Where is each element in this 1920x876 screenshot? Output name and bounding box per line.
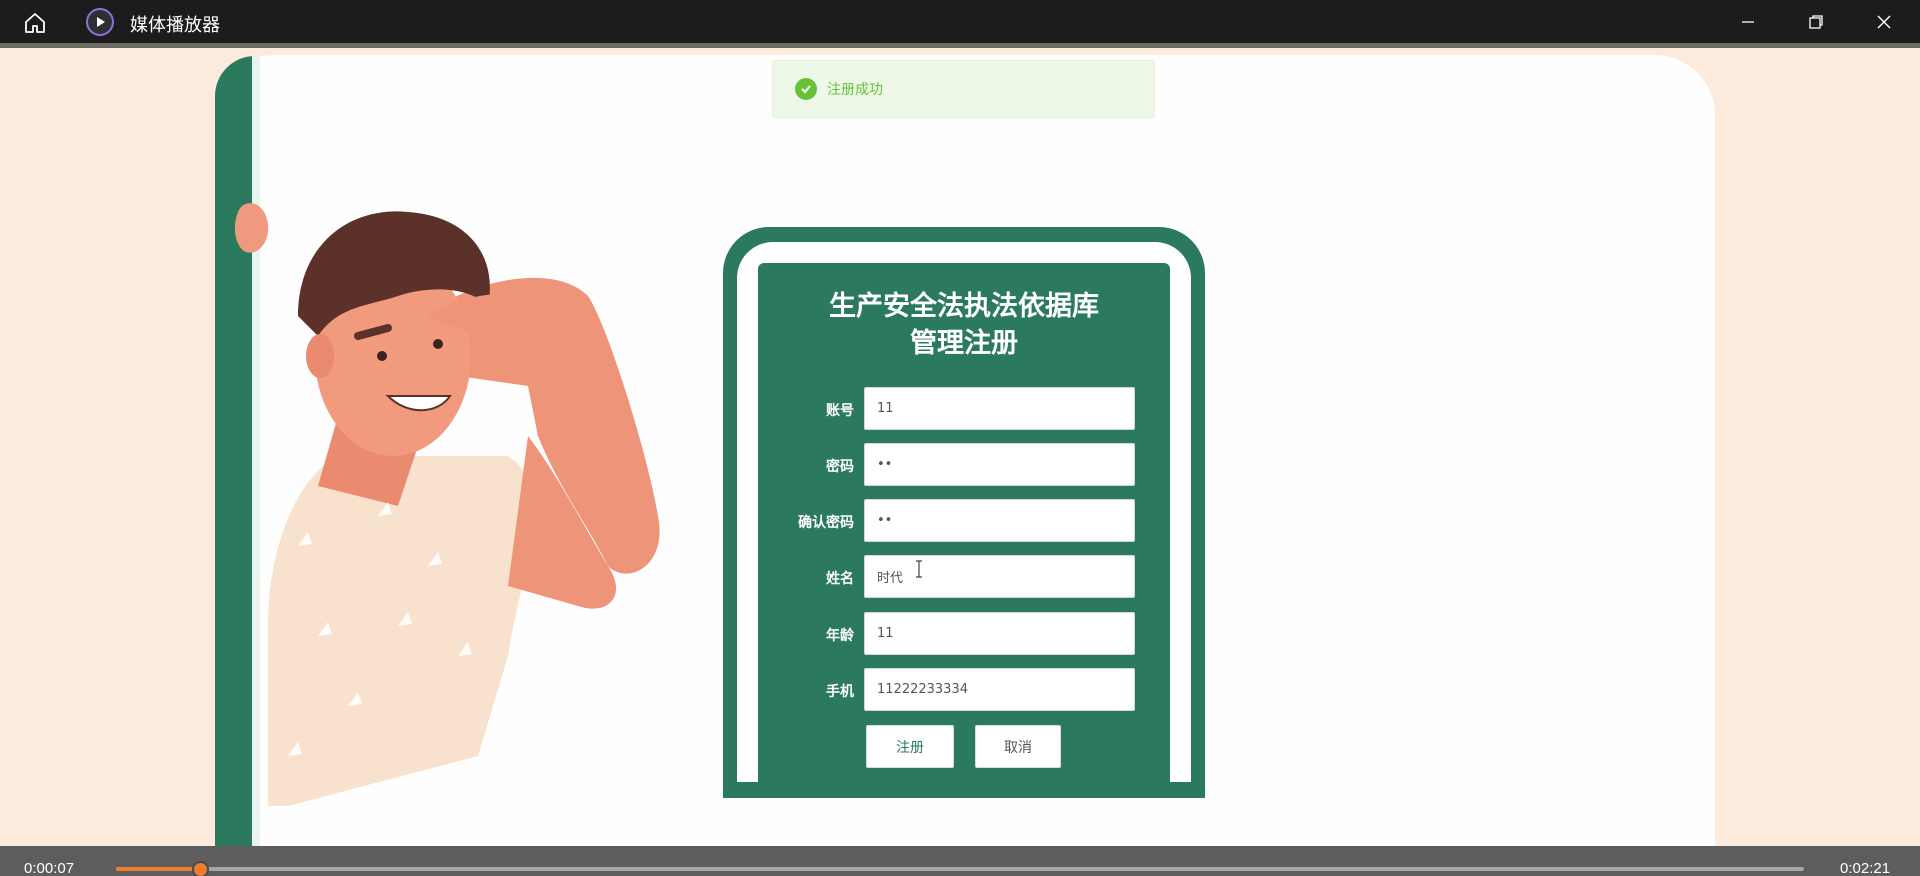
cancel-button[interactable]: 取消 <box>975 725 1061 768</box>
register-button[interactable]: 注册 <box>866 725 954 768</box>
title-bar: 媒体播放器 <box>0 0 1920 43</box>
current-time: 0:00:07 <box>24 860 75 876</box>
close-icon <box>1877 15 1891 28</box>
name-label: 姓名 <box>826 571 854 587</box>
total-time: 0:02:21 <box>1840 860 1891 876</box>
phone-label: 手机 <box>826 684 854 700</box>
restore-icon <box>1809 14 1823 29</box>
home-icon <box>25 13 45 33</box>
password-label: 密码 <box>826 459 854 475</box>
text-cursor-icon <box>916 560 922 578</box>
password-input[interactable]: •• <box>864 443 1135 486</box>
media-player-app-icon <box>86 8 114 36</box>
toast-message: 注册成功 <box>827 82 883 98</box>
playback-controls: 0:00:07 0:02:21 <box>0 846 1920 876</box>
confirm-password-input[interactable]: •• <box>864 499 1135 542</box>
seek-bar[interactable] <box>116 867 1804 871</box>
age-input[interactable]: 11 <box>864 612 1135 655</box>
home-button[interactable] <box>18 10 52 36</box>
form-title: 生产安全法执法依据库管理注册 <box>829 291 1099 359</box>
seek-thumb[interactable] <box>192 861 210 876</box>
account-label: 账号 <box>826 403 854 419</box>
seek-bar-progress <box>116 867 201 871</box>
confirm-password-label: 确认密码 <box>798 515 854 531</box>
account-input[interactable]: 11 <box>864 387 1135 430</box>
close-button[interactable] <box>1850 0 1918 43</box>
restore-button[interactable] <box>1782 0 1850 43</box>
minimize-icon <box>1742 20 1754 23</box>
minimize-button[interactable] <box>1714 0 1782 43</box>
success-toast: 注册成功 <box>772 60 1155 118</box>
person-illustration <box>234 203 660 806</box>
phone-input[interactable]: 11222233334 <box>864 668 1135 711</box>
age-label: 年龄 <box>826 628 854 644</box>
name-input[interactable]: 时代 <box>864 555 1135 598</box>
check-circle-icon <box>795 78 817 100</box>
window-title: 媒体播放器 <box>130 15 220 36</box>
